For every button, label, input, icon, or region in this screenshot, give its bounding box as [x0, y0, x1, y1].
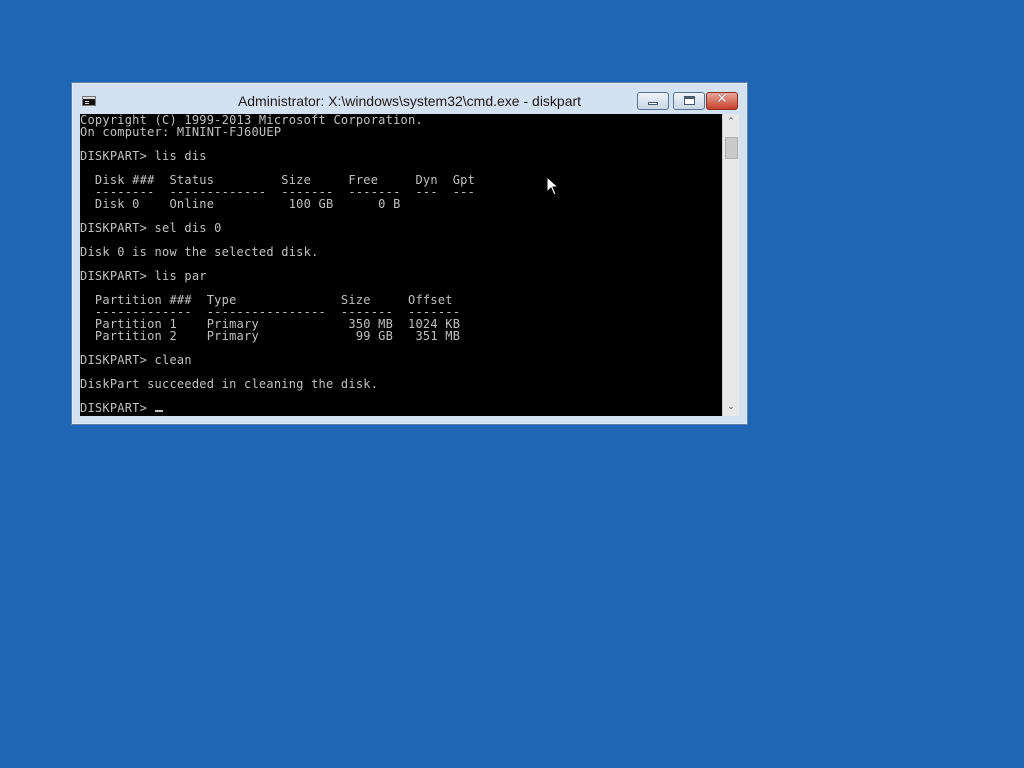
console-line: DISKPART> sel dis 0	[80, 221, 222, 235]
cmd-window[interactable]: Administrator: X:\windows\system32\cmd.e…	[71, 82, 748, 425]
console-text: Copyright (C) 1999-2013 Microsoft Corpor…	[80, 114, 722, 414]
console-output[interactable]: Copyright (C) 1999-2013 Microsoft Corpor…	[80, 114, 722, 416]
console-line: DiskPart succeeded in cleaning the disk.	[80, 377, 379, 391]
console-line: DISKPART> lis par	[80, 269, 207, 283]
maximize-button[interactable]	[673, 92, 705, 110]
console-line: DISKPART> lis dis	[80, 149, 207, 163]
console-line: On computer: MININT-FJ60UEP	[80, 125, 282, 139]
maximize-icon	[684, 96, 695, 105]
minimize-icon	[648, 102, 658, 105]
text-cursor	[154, 410, 163, 412]
mouse-pointer-icon	[546, 176, 560, 196]
title-bar[interactable]: Administrator: X:\windows\system32\cmd.e…	[72, 83, 747, 115]
scroll-down-icon[interactable]: ⌄	[723, 399, 739, 416]
scroll-up-icon[interactable]: ⌃	[723, 114, 739, 131]
console-line: DISKPART> clean	[80, 353, 192, 367]
console-line: Disk 0 is now the selected disk.	[80, 245, 319, 259]
console-line: DISKPART>	[80, 402, 722, 414]
close-icon: ✕	[716, 91, 728, 107]
console-line: Disk 0 Online 100 GB 0 B	[80, 197, 401, 211]
minimize-button[interactable]	[637, 92, 669, 110]
console-line: Partition 2 Primary 99 GB 351 MB	[80, 329, 461, 343]
vertical-scrollbar[interactable]: ⌃ ⌄	[722, 114, 739, 416]
close-button[interactable]: ✕	[706, 91, 738, 110]
scroll-thumb[interactable]	[725, 137, 738, 159]
